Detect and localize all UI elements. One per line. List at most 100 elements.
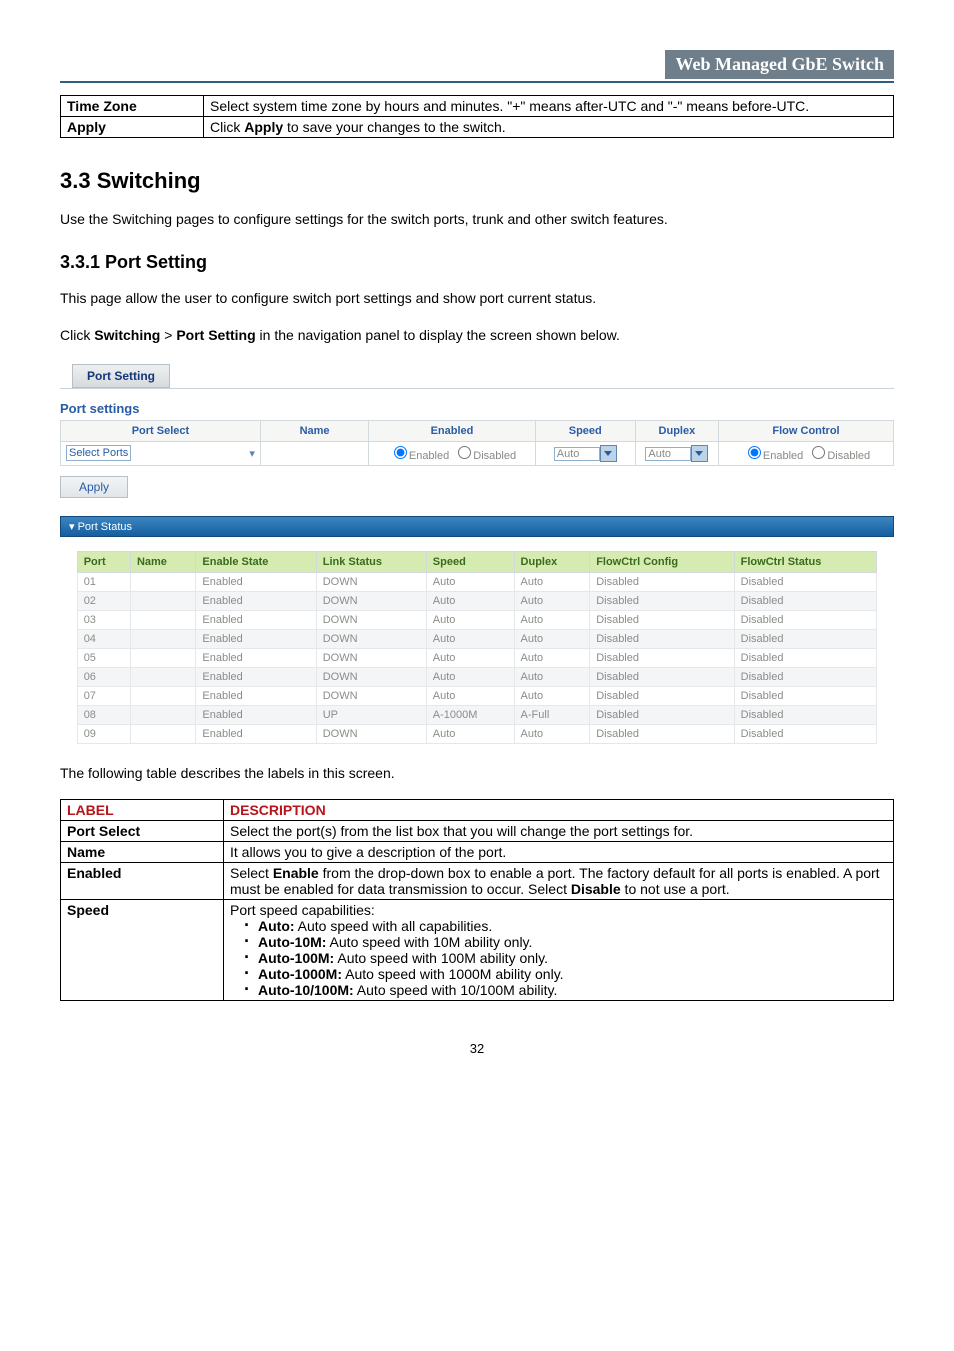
status-cell: Auto bbox=[426, 649, 514, 668]
status-cell: DOWN bbox=[316, 649, 426, 668]
select-ports-dropdown[interactable]: Select Ports ▾ bbox=[66, 445, 131, 461]
status-cell: Disabled bbox=[590, 573, 734, 592]
status-cell bbox=[130, 630, 195, 649]
list-item: Auto-10M: Auto speed with 10M ability on… bbox=[258, 934, 887, 950]
status-cell: 05 bbox=[77, 649, 130, 668]
status-cell: 04 bbox=[77, 630, 130, 649]
status-cell: Enabled bbox=[196, 573, 316, 592]
table-row: 01EnabledDOWNAutoAutoDisabledDisabled bbox=[77, 573, 877, 592]
status-cell: Auto bbox=[426, 630, 514, 649]
col-enabled: Enabled bbox=[369, 421, 536, 442]
subsection-p1: This page allow the user to configure sw… bbox=[60, 287, 894, 309]
port-settings-title: Port settings bbox=[60, 401, 894, 416]
status-cell: DOWN bbox=[316, 668, 426, 687]
status-cell bbox=[130, 706, 195, 725]
section-intro: Use the Switching pages to configure set… bbox=[60, 208, 894, 230]
row-label: Port Select bbox=[61, 820, 224, 841]
status-cell: Disabled bbox=[734, 725, 877, 744]
status-cell: DOWN bbox=[316, 592, 426, 611]
status-cell: Disabled bbox=[590, 687, 734, 706]
flow-radio-off[interactable] bbox=[812, 446, 825, 459]
apply-button[interactable]: Apply bbox=[60, 476, 128, 498]
status-cell: Auto bbox=[514, 592, 590, 611]
name-input[interactable] bbox=[260, 442, 368, 466]
status-cell bbox=[130, 611, 195, 630]
chevron-down-icon[interactable] bbox=[691, 445, 708, 462]
status-col: Link Status bbox=[316, 552, 426, 573]
list-item: Auto-100M: Auto speed with 100M ability … bbox=[258, 950, 887, 966]
status-cell: DOWN bbox=[316, 630, 426, 649]
col-duplex: Duplex bbox=[635, 421, 718, 442]
status-cell: Enabled bbox=[196, 668, 316, 687]
flow-radio-on[interactable] bbox=[748, 446, 761, 459]
list-item: Auto-10/100M: Auto speed with 10/100M ab… bbox=[258, 982, 887, 998]
row-label: Speed bbox=[61, 899, 224, 1000]
enabled-radio-group[interactable]: Enabled Disabled bbox=[369, 442, 536, 466]
status-cell: Enabled bbox=[196, 725, 316, 744]
status-cell: Disabled bbox=[734, 687, 877, 706]
status-cell: Disabled bbox=[590, 630, 734, 649]
status-cell: Auto bbox=[426, 592, 514, 611]
status-cell: Disabled bbox=[734, 611, 877, 630]
status-col: Duplex bbox=[514, 552, 590, 573]
duplex-dropdown[interactable]: Auto bbox=[645, 447, 691, 461]
enabled-radio-on[interactable] bbox=[394, 446, 407, 459]
status-cell: Disabled bbox=[590, 706, 734, 725]
status-cell: Auto bbox=[426, 611, 514, 630]
after-ui-text: The following table describes the labels… bbox=[60, 762, 894, 784]
enabled-radio-off[interactable] bbox=[458, 446, 471, 459]
status-cell: Disabled bbox=[590, 649, 734, 668]
status-cell: Auto bbox=[514, 687, 590, 706]
status-cell: Enabled bbox=[196, 630, 316, 649]
row-desc: Select system time zone by hours and min… bbox=[204, 96, 894, 117]
list-item: Auto: Auto speed with all capabilities. bbox=[258, 918, 887, 934]
table-row: 07EnabledDOWNAutoAutoDisabledDisabled bbox=[77, 687, 877, 706]
row-label: Apply bbox=[61, 117, 204, 138]
status-cell: 02 bbox=[77, 592, 130, 611]
tab-port-setting[interactable]: Port Setting bbox=[72, 364, 170, 388]
status-cell: Disabled bbox=[734, 668, 877, 687]
col-speed: Speed bbox=[535, 421, 635, 442]
table-row: 03EnabledDOWNAutoAutoDisabledDisabled bbox=[77, 611, 877, 630]
col-label: LABEL bbox=[61, 799, 224, 820]
port-status-bar[interactable]: ▾ Port Status bbox=[60, 516, 894, 537]
port-settings-grid: Port Select Name Enabled Speed Duplex Fl… bbox=[60, 420, 894, 466]
status-cell: Disabled bbox=[734, 649, 877, 668]
status-cell: A-Full bbox=[514, 706, 590, 725]
status-cell: 06 bbox=[77, 668, 130, 687]
status-cell: Disabled bbox=[590, 611, 734, 630]
status-cell: Auto bbox=[514, 630, 590, 649]
row-label: Time Zone bbox=[61, 96, 204, 117]
section-heading: 3.3 Switching bbox=[60, 168, 894, 194]
status-cell: Auto bbox=[426, 668, 514, 687]
status-cell: Enabled bbox=[196, 592, 316, 611]
status-cell bbox=[130, 725, 195, 744]
status-cell: Disabled bbox=[590, 668, 734, 687]
table-row: 05EnabledDOWNAutoAutoDisabledDisabled bbox=[77, 649, 877, 668]
status-cell: DOWN bbox=[316, 687, 426, 706]
flow-radio-group[interactable]: Enabled Disabled bbox=[719, 442, 894, 466]
status-cell: Auto bbox=[514, 725, 590, 744]
row-desc: Select Enable from the drop-down box to … bbox=[224, 862, 894, 899]
row-desc: Click Apply to save your changes to the … bbox=[204, 117, 894, 138]
status-cell: 03 bbox=[77, 611, 130, 630]
speed-dropdown[interactable]: Auto bbox=[554, 447, 600, 461]
table-row: 02EnabledDOWNAutoAutoDisabledDisabled bbox=[77, 592, 877, 611]
row-label: Enabled bbox=[61, 862, 224, 899]
status-cell: A-1000M bbox=[426, 706, 514, 725]
status-cell: DOWN bbox=[316, 725, 426, 744]
page-number: 32 bbox=[60, 1041, 894, 1056]
label-description-table: LABEL DESCRIPTION Port Select Select the… bbox=[60, 799, 894, 1001]
col-port-select: Port Select bbox=[61, 421, 261, 442]
status-cell: Enabled bbox=[196, 706, 316, 725]
status-cell: Enabled bbox=[196, 611, 316, 630]
status-cell: Disabled bbox=[734, 630, 877, 649]
status-cell: DOWN bbox=[316, 611, 426, 630]
status-col: Name bbox=[130, 552, 195, 573]
subsection-heading: 3.3.1 Port Setting bbox=[60, 252, 894, 273]
status-cell: Enabled bbox=[196, 687, 316, 706]
chevron-down-icon[interactable] bbox=[600, 445, 617, 462]
status-cell: Auto bbox=[514, 649, 590, 668]
row-desc: It allows you to give a description of t… bbox=[224, 841, 894, 862]
status-cell: Disabled bbox=[590, 592, 734, 611]
